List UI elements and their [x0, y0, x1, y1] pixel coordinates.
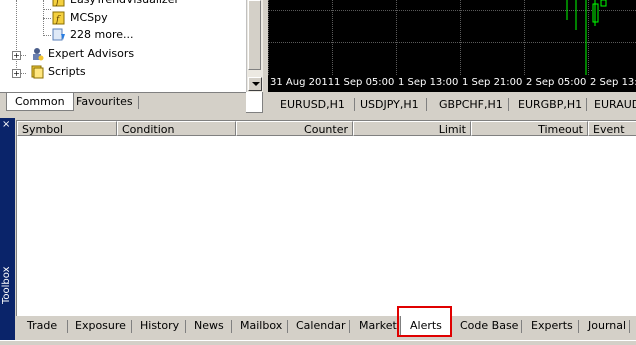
- tab-separator: [508, 98, 509, 111]
- time-axis-label: 1 Sep 05:00: [334, 77, 395, 88]
- download-icon: [52, 28, 66, 42]
- chart-tab-eurusd[interactable]: EURUSD,H1: [276, 96, 349, 113]
- tree-item-more[interactable]: 228 more...: [52, 27, 133, 43]
- tab-separator: [138, 96, 139, 109]
- script-icon: f: [52, 0, 66, 7]
- tab-separator: [67, 320, 68, 333]
- tree-item-label: MCSpy: [70, 11, 108, 24]
- tab-separator: [185, 320, 186, 333]
- tab-market[interactable]: Market: [359, 316, 397, 336]
- scripts-icon: [30, 65, 44, 79]
- tab-separator: [586, 98, 587, 111]
- tree-item-easytrendvisualizer[interactable]: f EasyTrendVisualizer: [52, 0, 179, 8]
- column-header-condition[interactable]: Condition: [117, 121, 236, 136]
- tab-trade[interactable]: Trade: [27, 316, 57, 336]
- tab-code-base[interactable]: Code Base: [460, 316, 518, 336]
- tree-item-expert-advisors[interactable]: Expert Advisors: [30, 46, 134, 62]
- tree-item-mcspy[interactable]: f MCSpy: [52, 10, 108, 26]
- expand-icon[interactable]: +: [12, 69, 21, 78]
- chart-tab-gbpchf[interactable]: GBPCHF,H1: [435, 96, 507, 113]
- status-strip: [0, 340, 636, 345]
- column-header-counter[interactable]: Counter: [236, 121, 353, 136]
- tab-separator: [231, 320, 232, 333]
- tab-mailbox[interactable]: Mailbox: [240, 316, 282, 336]
- chart-tab-eurgbp[interactable]: EURGBP,H1: [514, 96, 586, 113]
- tab-experts[interactable]: Experts: [531, 316, 573, 336]
- tree-line: [43, 9, 51, 10]
- tab-common[interactable]: Common: [6, 93, 74, 111]
- time-axis-label: 1 Sep 13:00: [398, 77, 459, 88]
- alerts-table[interactable]: Symbol Condition Counter Limit Timeout E…: [16, 120, 636, 318]
- tab-journal[interactable]: Journal: [588, 316, 626, 336]
- time-axis-label: 31 Aug 2011: [270, 77, 335, 88]
- tab-separator: [131, 320, 132, 333]
- tab-separator: [426, 98, 427, 111]
- tab-alerts[interactable]: Alerts: [400, 316, 452, 337]
- tree-line: [16, 0, 17, 72]
- tab-separator: [349, 320, 350, 333]
- tree-item-label: 228 more...: [70, 28, 134, 41]
- tree-item-label: EasyTrendVisualizer: [70, 0, 179, 8]
- toolbox-title: Toolbox: [1, 266, 12, 305]
- tree-item-label: Scripts: [48, 65, 86, 78]
- column-header-timeout[interactable]: Timeout: [471, 121, 588, 136]
- tab-separator: [521, 320, 522, 333]
- tree-line: [43, 35, 51, 36]
- navigator-tabs: Common Favourites: [0, 92, 246, 113]
- tree-item-label: Expert Advisors: [48, 47, 135, 60]
- scroll-down-icon[interactable]: [248, 77, 262, 91]
- tab-separator: [629, 320, 630, 333]
- column-header-symbol[interactable]: Symbol: [17, 121, 117, 136]
- navigator-scrollbar[interactable]: [246, 0, 263, 92]
- toolbox-sidebar: × Toolbox: [0, 118, 15, 340]
- script-icon: f: [52, 11, 66, 25]
- tree-item-scripts[interactable]: Scripts: [30, 64, 86, 80]
- column-header-limit[interactable]: Limit: [353, 121, 471, 136]
- tree-line: [43, 18, 51, 19]
- scrollbar-thumb[interactable]: [248, 0, 261, 70]
- expert-advisor-icon: [30, 47, 44, 61]
- toolbox-tabs: Trade Exposure History News Mailbox Cale…: [16, 316, 636, 338]
- candlesticks: [566, 0, 607, 75]
- chart-tabs: EURUSD,H1 USDJPY,H1 GBPCHF,H1 EURGBP,H1 …: [268, 95, 636, 114]
- tab-separator: [287, 320, 288, 333]
- column-header-event[interactable]: Event: [588, 121, 636, 136]
- expand-icon[interactable]: +: [12, 51, 21, 60]
- tab-separator: [354, 98, 355, 111]
- tab-separator: [578, 320, 579, 333]
- tab-exposure[interactable]: Exposure: [75, 316, 126, 336]
- time-axis-label: 2 Sep 13:00: [590, 77, 636, 88]
- close-icon[interactable]: ×: [2, 120, 10, 130]
- tab-calendar[interactable]: Calendar: [296, 316, 345, 336]
- tab-history[interactable]: History: [140, 316, 179, 336]
- tab-favourites[interactable]: Favourites: [68, 93, 141, 110]
- time-axis: 31 Aug 2011 1 Sep 05:00 1 Sep 13:00 1 Se…: [268, 75, 636, 92]
- chart-tab-euraud[interactable]: EURAUD: [590, 96, 636, 113]
- time-axis-label: 2 Sep 05:00: [526, 77, 587, 88]
- tab-news[interactable]: News: [194, 316, 224, 336]
- time-axis-label: 1 Sep 21:00: [462, 77, 523, 88]
- chart-tab-usdjpy[interactable]: USDJPY,H1: [356, 96, 423, 113]
